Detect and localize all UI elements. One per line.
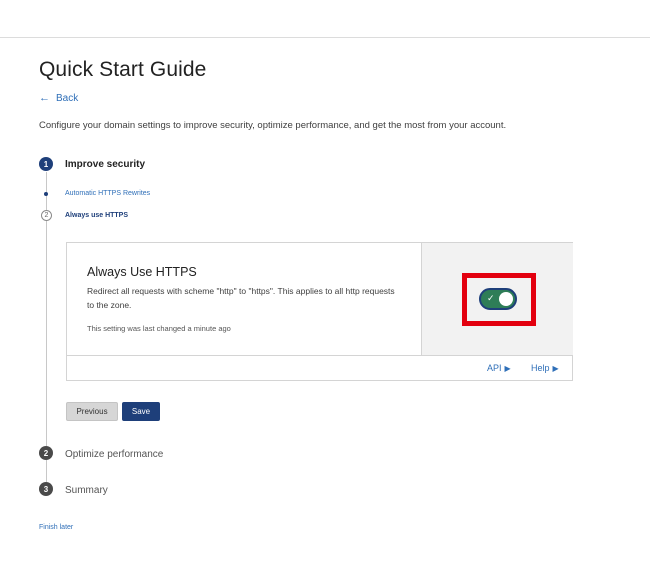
card-footer: API ▶ Help ▶ [67, 355, 572, 380]
always-use-https-card: Always Use HTTPS Redirect all requests w… [66, 242, 573, 381]
card-content: Always Use HTTPS Redirect all requests w… [67, 243, 422, 355]
intro-text: Configure your domain settings to improv… [39, 120, 507, 131]
step-1-label: Improve security [65, 159, 146, 170]
substep-current-marker: 2 [41, 210, 52, 221]
page-title: Quick Start Guide [39, 58, 207, 81]
step-3-label[interactable]: Summary [65, 485, 108, 496]
card-control-panel: ✓ [421, 243, 573, 355]
api-link[interactable]: API ▶ [487, 363, 511, 373]
substep-always-use-https: Always use HTTPS [65, 212, 129, 219]
top-bar [0, 0, 650, 38]
finish-later-link[interactable]: Finish later [39, 524, 73, 531]
back-label: Back [56, 93, 79, 104]
previous-button[interactable]: Previous [66, 402, 118, 421]
api-label: API [487, 363, 502, 373]
step-2-marker: 2 [39, 446, 53, 460]
card-title: Always Use HTTPS [87, 265, 197, 279]
step-1-marker: 1 [39, 157, 53, 171]
help-link[interactable]: Help ▶ [531, 363, 559, 373]
step-3-marker: 3 [39, 482, 53, 496]
substep-automatic-https-rewrites[interactable]: Automatic HTTPS Rewrites [65, 190, 150, 197]
always-use-https-toggle[interactable]: ✓ [479, 288, 517, 310]
help-label: Help [531, 363, 550, 373]
caret-right-icon: ▶ [504, 363, 511, 373]
check-icon: ✓ [487, 293, 495, 303]
timeline-line [45, 460, 47, 482]
save-button[interactable]: Save [122, 402, 160, 421]
substep-completed-dot [44, 192, 48, 196]
toggle-knob [499, 292, 513, 306]
card-last-changed: This setting was last changed a minute a… [87, 324, 231, 333]
back-link[interactable]: ← Back [39, 92, 79, 105]
caret-right-icon: ▶ [552, 363, 559, 373]
step-2-label[interactable]: Optimize performance [65, 449, 163, 460]
card-description: Redirect all requests with scheme "http"… [87, 286, 395, 310]
arrow-left-icon: ← [39, 92, 50, 104]
